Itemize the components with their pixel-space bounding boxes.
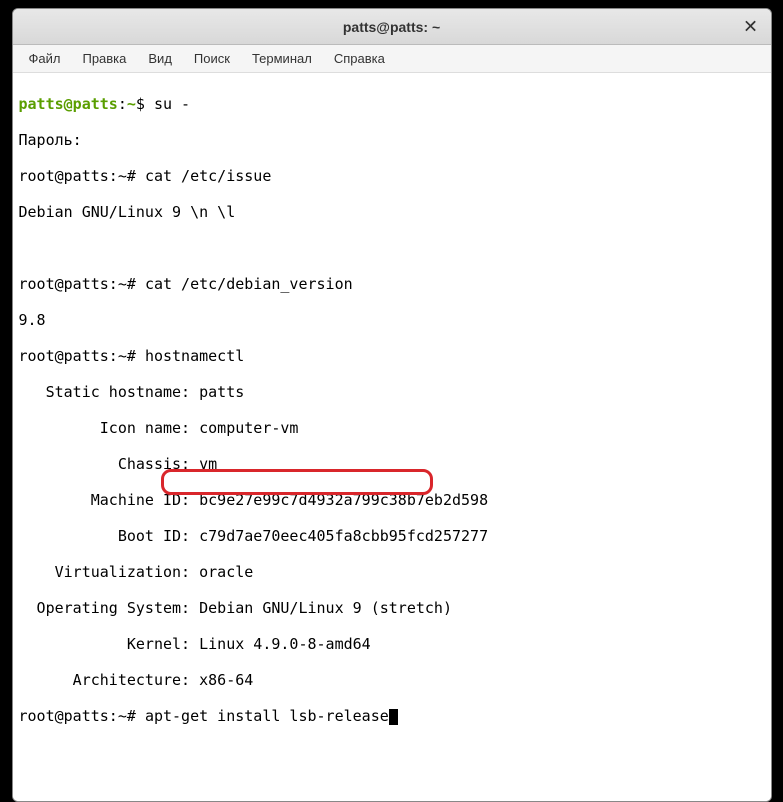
prompt-path: ~: [127, 95, 136, 113]
terminal-area[interactable]: patts@patts:~$ su - Пароль: root@patts:~…: [13, 73, 771, 801]
cursor-icon: [389, 709, 398, 725]
prompt-user: patts@patts: [19, 95, 118, 113]
output-debversion: 9.8: [19, 311, 765, 329]
menu-file[interactable]: Файл: [19, 47, 71, 70]
output-issue: Debian GNU/Linux 9 \n \l: [19, 203, 765, 221]
hostnamectl-line: Kernel: Linux 4.9.0-8-amd64: [19, 635, 765, 653]
cmd-cat-issue: cat /etc/issue: [145, 167, 271, 185]
menubar: Файл Правка Вид Поиск Терминал Справка: [13, 45, 771, 73]
prompt-sep: :: [118, 95, 127, 113]
hostnamectl-line: Icon name: computer-vm: [19, 419, 765, 437]
window-title: patts@patts: ~: [343, 19, 440, 35]
hostnamectl-line: Boot ID: c79d7ae70eec405fa8cbb95fcd25727…: [19, 527, 765, 545]
menu-terminal[interactable]: Терминал: [242, 47, 322, 70]
terminal-window: patts@patts: ~ ✕ Файл Правка Вид Поиск Т…: [12, 8, 772, 802]
password-label: Пароль:: [19, 131, 765, 149]
cmd-cat-debversion: cat /etc/debian_version: [145, 275, 353, 293]
root-prompt: root@patts:~#: [19, 275, 145, 293]
hostnamectl-line: Machine ID: bc9e27e99c7d4932a799c38b7eb2…: [19, 491, 765, 509]
menu-view[interactable]: Вид: [138, 47, 182, 70]
root-prompt: root@patts:~#: [19, 347, 145, 365]
menu-search[interactable]: Поиск: [184, 47, 240, 70]
cmd-hostnamectl: hostnamectl: [145, 347, 244, 365]
hostnamectl-line: Chassis: vm: [19, 455, 765, 473]
prompt-symbol: $: [136, 95, 154, 113]
titlebar[interactable]: patts@patts: ~ ✕: [13, 9, 771, 45]
cmd-apt-install: apt-get install lsb-release: [145, 707, 389, 725]
menu-edit[interactable]: Правка: [72, 47, 136, 70]
hostnamectl-line: Operating System: Debian GNU/Linux 9 (st…: [19, 599, 765, 617]
root-prompt: root@patts:~#: [19, 167, 145, 185]
hostnamectl-line: Architecture: x86-64: [19, 671, 765, 689]
hostnamectl-line: Virtualization: oracle: [19, 563, 765, 581]
hostnamectl-line: Static hostname: patts: [19, 383, 765, 401]
root-prompt: root@patts:~#: [19, 707, 145, 725]
cmd-su: su -: [154, 95, 190, 113]
close-icon[interactable]: ✕: [741, 16, 761, 37]
menu-help[interactable]: Справка: [324, 47, 395, 70]
